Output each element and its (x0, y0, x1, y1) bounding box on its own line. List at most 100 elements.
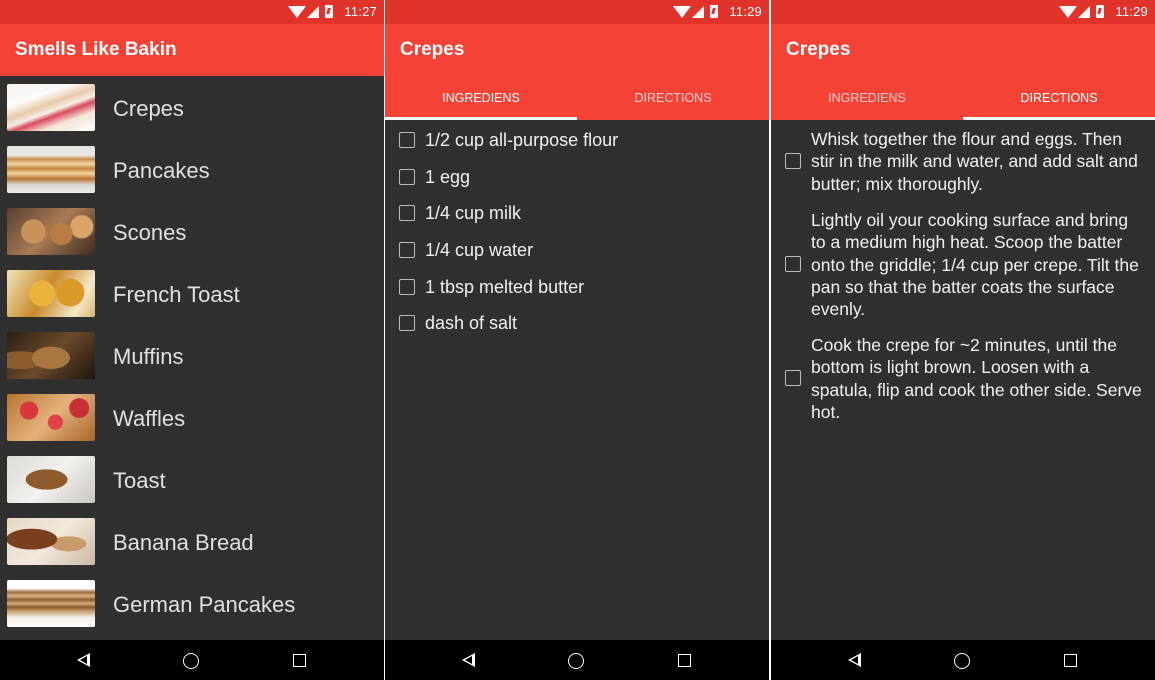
back-icon[interactable] (848, 653, 861, 667)
pancakes-thumbnail (7, 146, 95, 193)
recipe-name: Muffins (113, 344, 184, 369)
tab-indicator (963, 117, 1155, 120)
app-bar: Smells Like Bakin (0, 24, 384, 76)
wifi-icon (673, 6, 691, 18)
app-title: Crepes (400, 39, 465, 60)
recipe-item-french-toast[interactable]: French Toast (0, 262, 384, 324)
ingredient-checkbox[interactable] (399, 205, 415, 221)
recipe-item-scones[interactable]: Scones (0, 200, 384, 262)
direction-step[interactable]: Lightly oil your cooking surface and bri… (771, 209, 1155, 321)
app-bar: Crepes (385, 24, 769, 76)
ingredient-item[interactable]: 1/2 cup all-purpose flour (385, 122, 769, 158)
battery-charging-icon (710, 5, 718, 18)
scones-thumbnail (7, 208, 95, 255)
recipe-name: Banana Bread (113, 530, 254, 555)
recent-apps-icon[interactable] (678, 654, 691, 667)
ingredient-item[interactable]: 1/4 cup milk (385, 195, 769, 231)
screen-directions: 11:29 Crepes INGREDIENS DIRECTIONS Whisk… (771, 0, 1155, 680)
status-bar: 11:27 (0, 0, 384, 24)
battery-charging-icon (1096, 5, 1104, 18)
back-icon[interactable] (77, 653, 90, 667)
ingredient-checkbox[interactable] (399, 132, 415, 148)
recipe-name: French Toast (113, 282, 240, 307)
app-title: Smells Like Bakin (15, 39, 177, 60)
recipe-item-pancakes[interactable]: Pancakes (0, 138, 384, 200)
recipe-item-german-pancakes[interactable]: German Pancakes (0, 572, 384, 634)
ingredient-checkbox[interactable] (399, 315, 415, 331)
status-icons (288, 5, 333, 19)
tab-ingredients[interactable]: INGREDIENS (771, 76, 963, 120)
battery-charging-icon (325, 5, 333, 18)
back-icon[interactable] (462, 653, 475, 667)
recipe-name: Pancakes (113, 158, 210, 183)
ingredient-item[interactable]: 1 egg (385, 159, 769, 195)
app-bar: Crepes (771, 24, 1155, 76)
app-title: Crepes (786, 39, 851, 60)
ingredient-text: 1/4 cup water (425, 240, 534, 260)
tab-indicator (385, 117, 577, 120)
tab-directions[interactable]: DIRECTIONS (963, 76, 1155, 120)
direction-text: Cook the crepe for ~2 minutes, until the… (811, 335, 1142, 422)
recipe-item-toast[interactable]: Toast (0, 448, 384, 510)
direction-text: Whisk together the flour and eggs. Then … (811, 129, 1138, 194)
tab-directions[interactable]: DIRECTIONS (577, 76, 769, 120)
status-time: 11:27 (344, 4, 377, 19)
status-icons (1059, 5, 1104, 19)
recipe-item-banana-bread[interactable]: Banana Bread (0, 510, 384, 572)
recipe-name: Crepes (113, 96, 184, 121)
signal-icon (1078, 6, 1090, 18)
screen-ingredients: 11:29 Crepes INGREDIENS DIRECTIONS 1/2 c… (385, 0, 769, 680)
ingredient-item[interactable]: 1 tbsp melted butter (385, 269, 769, 305)
status-time: 11:29 (729, 4, 762, 19)
ingredient-checkbox[interactable] (399, 279, 415, 295)
direction-checkbox[interactable] (785, 370, 801, 386)
signal-icon (692, 6, 704, 18)
direction-step[interactable]: Whisk together the flour and eggs. Then … (771, 128, 1155, 198)
status-icons (673, 5, 718, 19)
banana-bread-thumbnail (7, 518, 95, 565)
nav-bar (771, 640, 1155, 680)
tab-bar: INGREDIENS DIRECTIONS (385, 76, 769, 120)
ingredient-checkbox[interactable] (399, 242, 415, 258)
recipe-item-waffles[interactable]: Waffles (0, 386, 384, 448)
ingredient-text: 1/2 cup all-purpose flour (425, 130, 619, 150)
home-icon[interactable] (568, 653, 584, 669)
ingredient-text: 1/4 cup milk (425, 203, 522, 223)
recipe-item-crepes[interactable]: Crepes (0, 76, 384, 138)
status-bar: 11:29 (771, 0, 1155, 24)
signal-icon (307, 6, 319, 18)
tab-ingredients[interactable]: INGREDIENS (385, 76, 577, 120)
direction-step[interactable]: Cook the crepe for ~2 minutes, until the… (771, 334, 1155, 424)
recipe-name: Scones (113, 220, 187, 245)
ingredient-text: dash of salt (425, 313, 518, 333)
recent-apps-icon[interactable] (293, 654, 306, 667)
status-time: 11:29 (1115, 4, 1148, 19)
ingredient-item[interactable]: 1/4 cup water (385, 232, 769, 268)
screen-recipe-list: 11:27 Smells Like Bakin Crepes Pancakes … (0, 0, 384, 680)
french-toast-thumbnail (7, 270, 95, 317)
wifi-icon (1059, 6, 1077, 18)
home-icon[interactable] (183, 653, 199, 669)
nav-bar (0, 640, 384, 680)
direction-checkbox[interactable] (785, 256, 801, 272)
recipe-item-muffins[interactable]: Muffins (0, 324, 384, 386)
recipe-name: Waffles (113, 406, 186, 431)
ingredient-item[interactable]: dash of salt (385, 305, 769, 341)
nav-bar (385, 640, 769, 680)
recipe-list[interactable]: Crepes Pancakes Scones French Toast Muff… (0, 76, 384, 640)
ingredient-text: 1 tbsp melted butter (425, 277, 585, 297)
crepes-thumbnail (7, 84, 95, 131)
home-icon[interactable] (954, 653, 970, 669)
recipe-name: German Pancakes (113, 592, 296, 617)
recent-apps-icon[interactable] (1064, 654, 1077, 667)
toast-thumbnail (7, 456, 95, 503)
direction-checkbox[interactable] (785, 153, 801, 169)
muffins-thumbnail (7, 332, 95, 379)
ingredient-checkbox[interactable] (399, 169, 415, 185)
ingredient-text: 1 egg (425, 167, 471, 187)
status-bar: 11:29 (385, 0, 769, 24)
tab-bar: INGREDIENS DIRECTIONS (771, 76, 1155, 120)
direction-text: Lightly oil your cooking surface and bri… (811, 210, 1139, 320)
wifi-icon (288, 6, 306, 18)
waffles-thumbnail (7, 394, 95, 441)
